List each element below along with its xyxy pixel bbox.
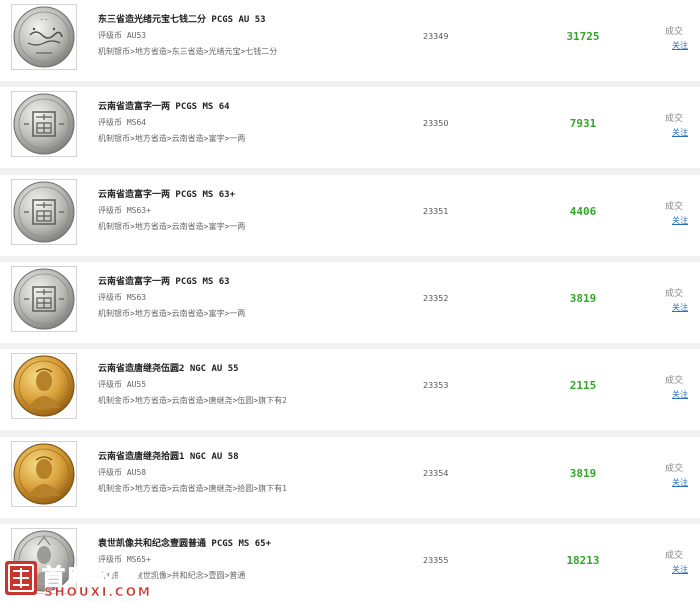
item-title-link[interactable]: 云南省造富字一两 PCGS MS 63	[98, 274, 230, 287]
auction-row: 云南省造唐继尧伍圆2 NGC AU 55 评级币 AU55 机制金币>地方省造>云南…	[0, 349, 700, 437]
coin-thumbnail[interactable]	[11, 441, 77, 507]
lot-number: 23352	[423, 294, 449, 303]
item-grade: 评级币 AU58	[98, 468, 147, 477]
category-path: 机制银币>地方省造>云南省造>富字>一两	[98, 134, 246, 143]
item-title-link[interactable]: 云南省造富字一两 PCGS MS 63+	[98, 187, 235, 200]
category-path: 机制金币>地方省造>云南省造>唐继尧>拾圆>旗下有1	[98, 484, 287, 493]
sale-status: 成交	[665, 376, 684, 386]
lot-number: 23349	[423, 32, 449, 41]
sale-status: 成交	[665, 551, 684, 561]
item-title-link[interactable]: 云南省造唐继尧伍圆2 NGC AU 55	[98, 361, 239, 374]
sale-status: 成交	[665, 114, 684, 124]
coin-image: · ·	[13, 6, 75, 68]
follow-link[interactable]: 关注	[672, 477, 688, 488]
coin-thumbnail[interactable]: · ·	[11, 4, 77, 70]
lot-number: 23350	[423, 119, 449, 128]
svg-text:· ·: · ·	[41, 16, 48, 24]
auction-row: 云南省造富字一两 PCGS MS 64 评级币 MS64 机制银币>地方省造>云南省…	[0, 87, 700, 175]
item-grade: 评级币 MS63+	[98, 206, 151, 215]
seal-icon	[5, 561, 37, 595]
follow-link[interactable]: 关注	[672, 127, 688, 138]
item-grade: 评级币 AU53	[98, 31, 147, 40]
auction-row: 云南省造唐继尧拾圆1 NGC AU 58 评级币 AU58 机制金币>地方省造>云南…	[0, 437, 700, 525]
hammer-price: 3819	[569, 467, 597, 480]
hammer-price: 18213	[566, 554, 600, 567]
coin-image	[13, 181, 75, 243]
follow-link[interactable]: 关注	[672, 302, 688, 313]
watermark-english-text: SHOUXI.COM	[44, 585, 152, 600]
item-grade: 评级币 AU55	[98, 380, 147, 389]
coin-image	[13, 443, 75, 505]
shouxi-watermark: 首席收藏 SHOUXI.COM	[4, 558, 174, 600]
hammer-price: 2115	[569, 379, 597, 392]
follow-link[interactable]: 关注	[672, 389, 688, 400]
coin-image	[13, 93, 75, 155]
coin-thumbnail[interactable]	[11, 353, 77, 419]
hammer-price: 31725	[566, 30, 600, 43]
lot-number: 23355	[423, 556, 449, 565]
coin-thumbnail[interactable]	[11, 179, 77, 245]
category-path: 机制银币>地方省造>云南省造>富字>一两	[98, 222, 246, 231]
sale-status: 成交	[665, 202, 684, 212]
item-title-link[interactable]: 东三省造光绪元宝七钱二分 PCGS AU 53	[98, 12, 266, 25]
item-title-link[interactable]: 云南省造唐继尧拾圆1 NGC AU 58	[98, 449, 239, 462]
follow-link[interactable]: 关注	[672, 564, 688, 575]
follow-link[interactable]: 关注	[672, 40, 688, 51]
category-path: 机制银币>地方省造>东三省造>光绪元宝>七钱二分	[98, 47, 278, 56]
auction-row: 云南省造富字一两 PCGS MS 63+ 评级币 MS63+ 机制银币>地方省造>云…	[0, 175, 700, 263]
item-grade: 评级币 MS64	[98, 118, 147, 127]
sale-status: 成交	[665, 289, 684, 299]
item-title-link[interactable]: 袁世凯像共和纪念壹圆普通 PCGS MS 65+	[98, 536, 271, 549]
lot-number: 23354	[423, 469, 449, 478]
follow-link[interactable]: 关注	[672, 215, 688, 226]
auction-results-list: · · 东三省造光绪元宝七钱二分 PCGS AU 53 评级币 AU53 机制银币>地…	[0, 0, 700, 602]
lot-number: 23353	[423, 381, 449, 390]
coin-thumbnail[interactable]	[11, 266, 77, 332]
auction-row: 云南省造富字一两 PCGS MS 63 评级币 MS63 机制银币>地方省造>云南省…	[0, 262, 700, 350]
sale-status: 成交	[665, 27, 684, 37]
item-grade: 评级币 MS63	[98, 293, 147, 302]
auction-row: · · 东三省造光绪元宝七钱二分 PCGS AU 53 评级币 AU53 机制银币>地…	[0, 0, 700, 88]
category-path: 机制银币>地方省造>云南省造>富字>一两	[98, 309, 246, 318]
coin-image	[13, 355, 75, 417]
category-path: 机制金币>地方省造>云南省造>唐继尧>伍圆>旗下有2	[98, 396, 287, 405]
lot-number: 23351	[423, 207, 449, 216]
hammer-price: 3819	[569, 292, 597, 305]
hammer-price: 7931	[569, 117, 597, 130]
sale-status: 成交	[665, 464, 684, 474]
coin-image	[13, 268, 75, 330]
item-title-link[interactable]: 云南省造富字一两 PCGS MS 64	[98, 99, 230, 112]
coin-thumbnail[interactable]	[11, 91, 77, 157]
hammer-price: 4406	[569, 205, 597, 218]
